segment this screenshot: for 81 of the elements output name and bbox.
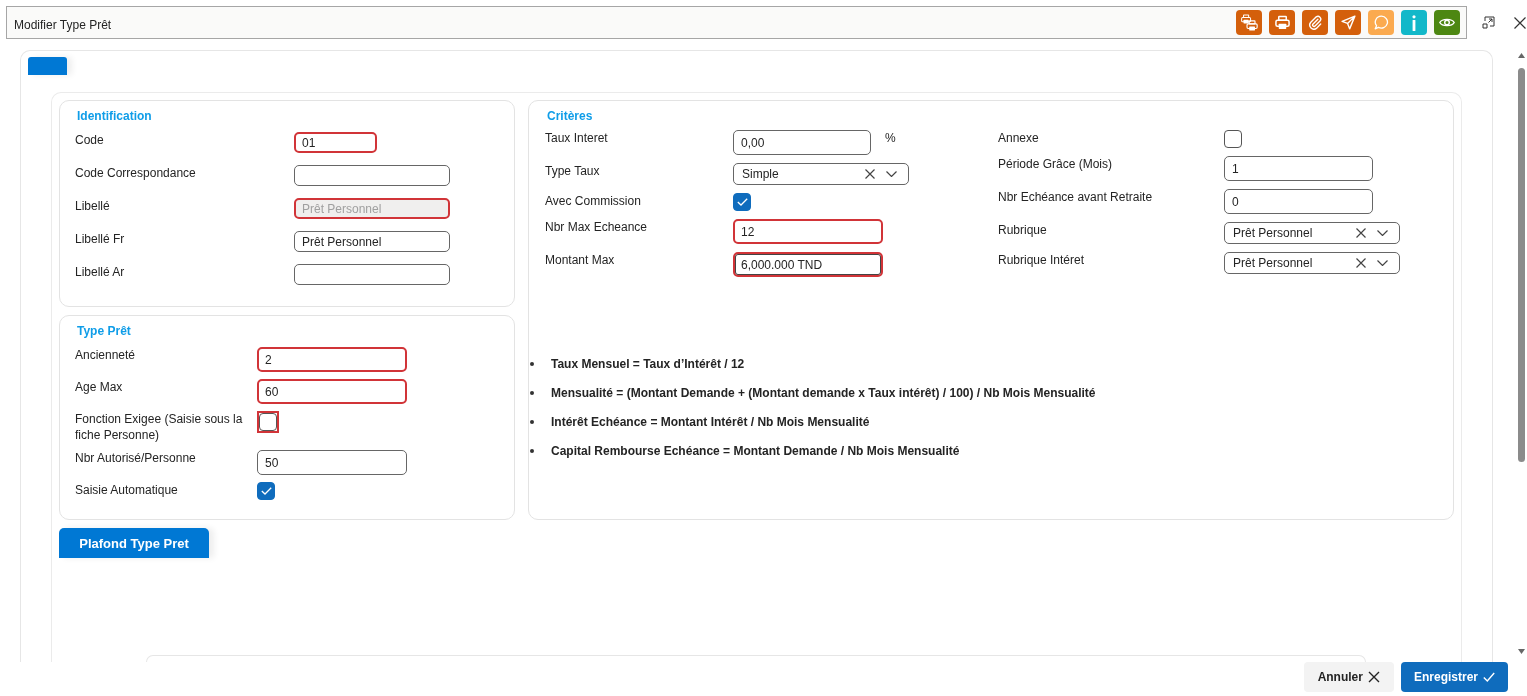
check-icon: [736, 198, 748, 206]
field-label: Nbr Echéance avant Retraite: [998, 189, 1153, 205]
clear-icon[interactable]: [1356, 228, 1366, 238]
bullet-icon: [530, 362, 534, 366]
field-label: Montant Max: [545, 252, 615, 268]
clear-icon[interactable]: [1356, 258, 1366, 268]
bullet-icon: [530, 449, 534, 453]
chevron-down-icon[interactable]: [886, 171, 897, 177]
scroll-up-icon[interactable]: [1518, 53, 1525, 58]
text-field[interactable]: 12: [733, 219, 883, 244]
checkbox[interactable]: [1224, 130, 1242, 148]
formula-text: Intérêt Echéance = Montant Intérêt / Nb Mois Mensualité: [551, 414, 870, 430]
print-button[interactable]: [1269, 10, 1295, 35]
text-field[interactable]: 01: [294, 132, 377, 153]
expand-icon[interactable]: [1482, 16, 1495, 29]
close-icon: [1367, 671, 1380, 683]
eye-icon: [1439, 17, 1455, 28]
scrollbar-thumb[interactable]: [1518, 68, 1525, 462]
text-field[interactable]: 50: [257, 450, 407, 475]
field-label: Type Taux: [545, 163, 600, 179]
printers-button[interactable]: [1236, 10, 1262, 35]
bullet-icon: [530, 420, 534, 424]
info-icon: [1412, 14, 1416, 31]
save-button[interactable]: Enregistrer: [1400, 662, 1508, 692]
paperclip-icon: [1307, 15, 1323, 30]
formula-text: Mensualité = (Montant Demande + (Montant demande x Taux intérêt) / 100) / Nb Mois Mensualité: [551, 385, 1096, 401]
field-label: Annexe: [998, 130, 1039, 146]
chat-bubble-icon: [1373, 15, 1389, 30]
field-label: Libellé Ar: [75, 264, 125, 280]
checkbox[interactable]: [733, 193, 751, 211]
dropdown[interactable]: Prêt Personnel: [1224, 222, 1400, 244]
send-icon: [1340, 15, 1356, 30]
section-title: Type Prêt: [77, 323, 131, 339]
field-label: Saisie Automatique: [75, 482, 178, 498]
text-field[interactable]: [294, 165, 450, 186]
view-button[interactable]: [1434, 10, 1460, 35]
field-label: Période Grâce (Mois): [998, 156, 1113, 172]
text-field[interactable]: [294, 264, 450, 285]
chevron-down-icon[interactable]: [1377, 230, 1388, 236]
section-title: Critères: [547, 108, 593, 124]
field-label: Nbr Max Echeance: [545, 219, 648, 235]
formula-text: Taux Mensuel = Taux d’Intérêt / 12: [551, 356, 745, 372]
clear-icon[interactable]: [865, 169, 875, 179]
text-field[interactable]: 0: [1224, 189, 1373, 214]
window-title: Modifier Type Prêt: [14, 17, 112, 32]
text-field[interactable]: 60: [257, 379, 407, 404]
formula-text: Capital Rembourse Echéance = Montant Demande / Nb Mois Mensualité: [551, 443, 960, 459]
field-label: Fonction Exigee (Saisie sous la fiche Personne): [75, 411, 244, 443]
field-label: Age Max: [75, 379, 123, 395]
dropdown[interactable]: Prêt Personnel: [1224, 252, 1400, 274]
text-field[interactable]: 0,00: [733, 130, 871, 155]
text-field[interactable]: 1: [1224, 156, 1373, 181]
field-label: Avec Commission: [545, 193, 641, 209]
bullet-icon: [530, 391, 534, 395]
field-label: Rubrique: [998, 222, 1047, 238]
field-label: Code: [75, 132, 104, 148]
field-label: Code Correspondance: [75, 165, 196, 181]
send-button[interactable]: [1335, 10, 1361, 35]
section-title: Identification: [77, 108, 152, 124]
field-label: Libellé Fr: [75, 231, 125, 247]
check-icon: [260, 487, 272, 495]
text-field[interactable]: 2: [257, 347, 407, 372]
printers-icon: [1240, 14, 1258, 31]
field-label: Libellé: [75, 198, 110, 214]
field-label: Taux Interet: [545, 130, 608, 146]
field-label: Ancienneté: [75, 347, 136, 363]
chevron-down-icon[interactable]: [1377, 260, 1388, 266]
tab[interactable]: Plafond Type Pret: [59, 528, 209, 558]
dropdown[interactable]: Simple: [733, 163, 909, 185]
field-label: Rubrique Intéret: [998, 252, 1085, 268]
unit-label: %: [885, 130, 896, 146]
attach-button[interactable]: [1302, 10, 1328, 35]
checkbox[interactable]: [257, 482, 275, 500]
scroll-down-icon[interactable]: [1518, 649, 1525, 654]
printer-icon: [1274, 15, 1290, 30]
cancel-button[interactable]: Annuler: [1303, 662, 1394, 692]
text-field[interactable]: 6,000.000 TND: [733, 252, 883, 277]
check-icon: [1483, 671, 1495, 683]
field-label: Nbr Autorisé/Personne: [75, 450, 196, 466]
close-icon[interactable]: [1514, 16, 1526, 29]
text-field[interactable]: Prêt Personnel: [294, 231, 450, 252]
